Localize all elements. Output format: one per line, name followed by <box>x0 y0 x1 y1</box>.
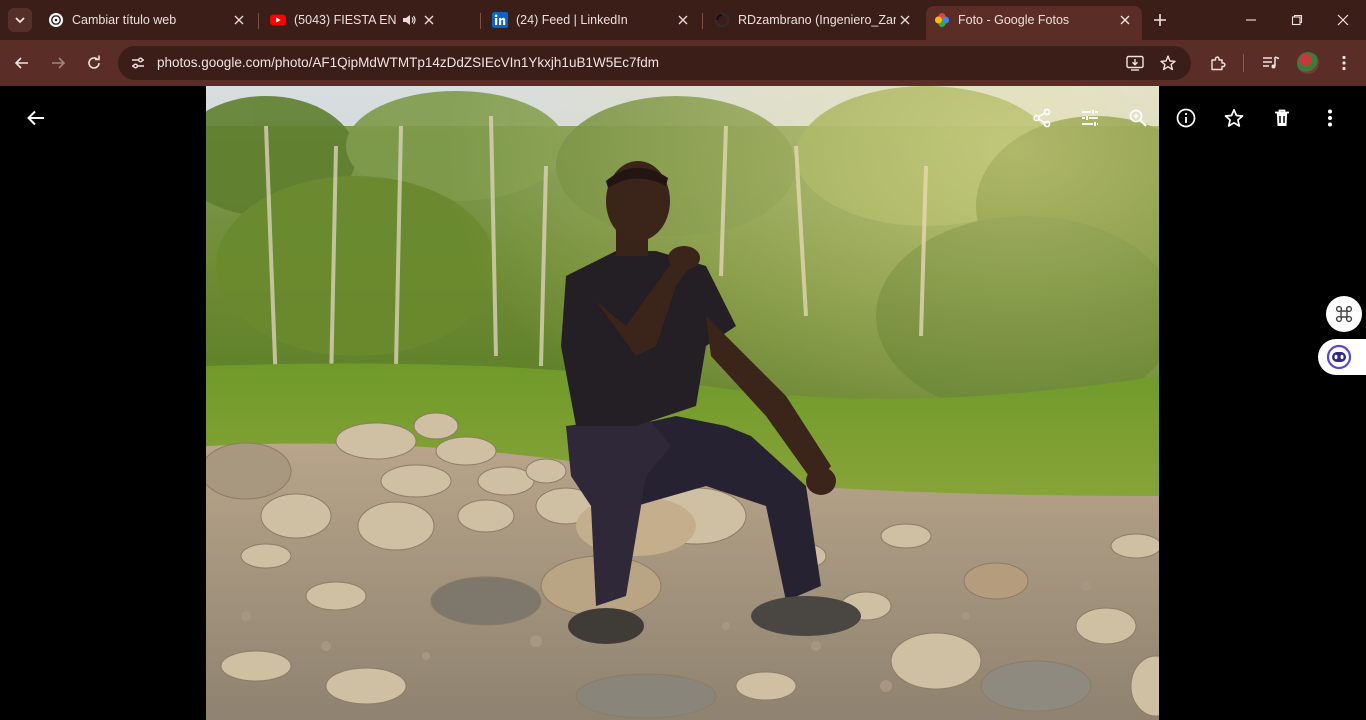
profile-avatar[interactable] <box>1297 52 1319 74</box>
chrome-menu-button[interactable] <box>1332 51 1356 75</box>
back-arrow-icon <box>14 57 28 69</box>
close-window-button[interactable] <box>1320 0 1366 40</box>
back-to-gallery-button[interactable] <box>16 98 56 138</box>
tab-title: (5043) FIESTA EN EL DESIERTO <box>294 13 398 27</box>
tab-separator <box>702 13 703 29</box>
tab-title: Foto - Google Fotos <box>958 13 1070 27</box>
edit-button[interactable] <box>1070 98 1110 138</box>
browser-toolbar: photos.google.com/photo/AF1QipMdWTMTp14z… <box>0 40 1366 86</box>
site-info-button[interactable] <box>126 51 150 75</box>
robot-assistant-icon <box>1326 344 1352 370</box>
linkedin-icon <box>492 12 508 28</box>
tab-youtube[interactable]: (5043) FIESTA EN EL DESIERTO <box>262 6 478 34</box>
close-tab-icon[interactable] <box>230 11 248 29</box>
tab-separator <box>480 13 481 29</box>
tab-github[interactable]: RDzambrano (Ingeniero_Zambrano) <box>706 6 922 34</box>
tab-search-button[interactable] <box>8 8 32 32</box>
install-icon <box>1126 55 1144 71</box>
google-photos-icon <box>934 12 950 28</box>
new-tab-button[interactable] <box>1150 10 1170 30</box>
share-icon <box>1033 108 1051 128</box>
puzzle-icon <box>1211 56 1226 71</box>
tab-title: RDzambrano (Ingeniero_Zambrano) <box>738 13 896 27</box>
edit-adjust-icon <box>1082 110 1098 126</box>
photo-image <box>206 86 1159 720</box>
share-button[interactable] <box>1022 98 1062 138</box>
zoom-in-icon <box>1129 109 1147 127</box>
tab-cambiar-titulo[interactable]: Cambiar título web <box>40 6 256 34</box>
minimize-icon <box>1246 19 1256 21</box>
bookmark-button[interactable] <box>1157 52 1179 74</box>
photo-viewer <box>0 86 1366 720</box>
photo[interactable] <box>206 86 1159 720</box>
tab-title: (24) Feed | LinkedIn <box>516 13 628 27</box>
star-outline-icon <box>1160 55 1176 71</box>
close-tab-icon[interactable] <box>420 11 438 29</box>
chevron-down-icon <box>15 17 25 24</box>
address-bar[interactable]: photos.google.com/photo/AF1QipMdWTMTp14z… <box>118 46 1191 80</box>
close-tab-icon[interactable] <box>674 11 692 29</box>
info-button[interactable] <box>1166 98 1206 138</box>
more-vertical-icon <box>1342 55 1346 71</box>
tab-strip: Cambiar título web (5043) FIESTA EN EL D… <box>0 0 1366 40</box>
zoom-button[interactable] <box>1118 98 1158 138</box>
close-tab-icon[interactable] <box>1116 11 1134 29</box>
toolbar-divider <box>1243 54 1244 72</box>
back-button[interactable] <box>10 51 34 75</box>
command-icon <box>1335 305 1353 323</box>
media-queue-icon <box>1263 56 1280 69</box>
github-icon <box>714 12 730 28</box>
install-app-button[interactable] <box>1124 52 1146 74</box>
tab-google-fotos[interactable]: Foto - Google Fotos <box>926 6 1142 40</box>
restore-button[interactable] <box>1274 0 1320 40</box>
delete-icon <box>1275 109 1289 126</box>
reload-button[interactable] <box>82 51 106 75</box>
tab-linkedin[interactable]: (24) Feed | LinkedIn <box>484 6 700 34</box>
chatgpt-icon <box>48 12 64 28</box>
tune-icon <box>132 57 144 69</box>
url-text: photos.google.com/photo/AF1QipMdWTMTp14z… <box>157 55 659 70</box>
tab-separator <box>258 13 259 29</box>
audio-playing-icon[interactable] <box>398 14 420 26</box>
delete-button[interactable] <box>1262 98 1302 138</box>
close-tab-icon[interactable] <box>896 11 914 29</box>
favorite-star-icon <box>1224 108 1244 127</box>
forward-button[interactable] <box>46 51 70 75</box>
media-control-button[interactable] <box>1259 51 1283 75</box>
forward-arrow-icon <box>52 57 66 69</box>
close-icon <box>1337 14 1349 26</box>
info-icon <box>1176 108 1196 128</box>
favorite-button[interactable] <box>1214 98 1254 138</box>
tab-title: Cambiar título web <box>72 13 177 27</box>
assistant-widget-button[interactable] <box>1318 339 1366 375</box>
more-options-button[interactable] <box>1310 98 1350 138</box>
back-arrow-icon <box>27 110 44 126</box>
apps-widget-button[interactable] <box>1326 296 1362 332</box>
plus-icon <box>1154 14 1166 26</box>
restore-icon <box>1291 14 1303 26</box>
minimize-button[interactable] <box>1228 0 1274 40</box>
reload-icon <box>88 55 100 69</box>
more-options-icon <box>1328 109 1332 127</box>
extensions-button[interactable] <box>1206 51 1230 75</box>
youtube-icon <box>270 12 286 28</box>
